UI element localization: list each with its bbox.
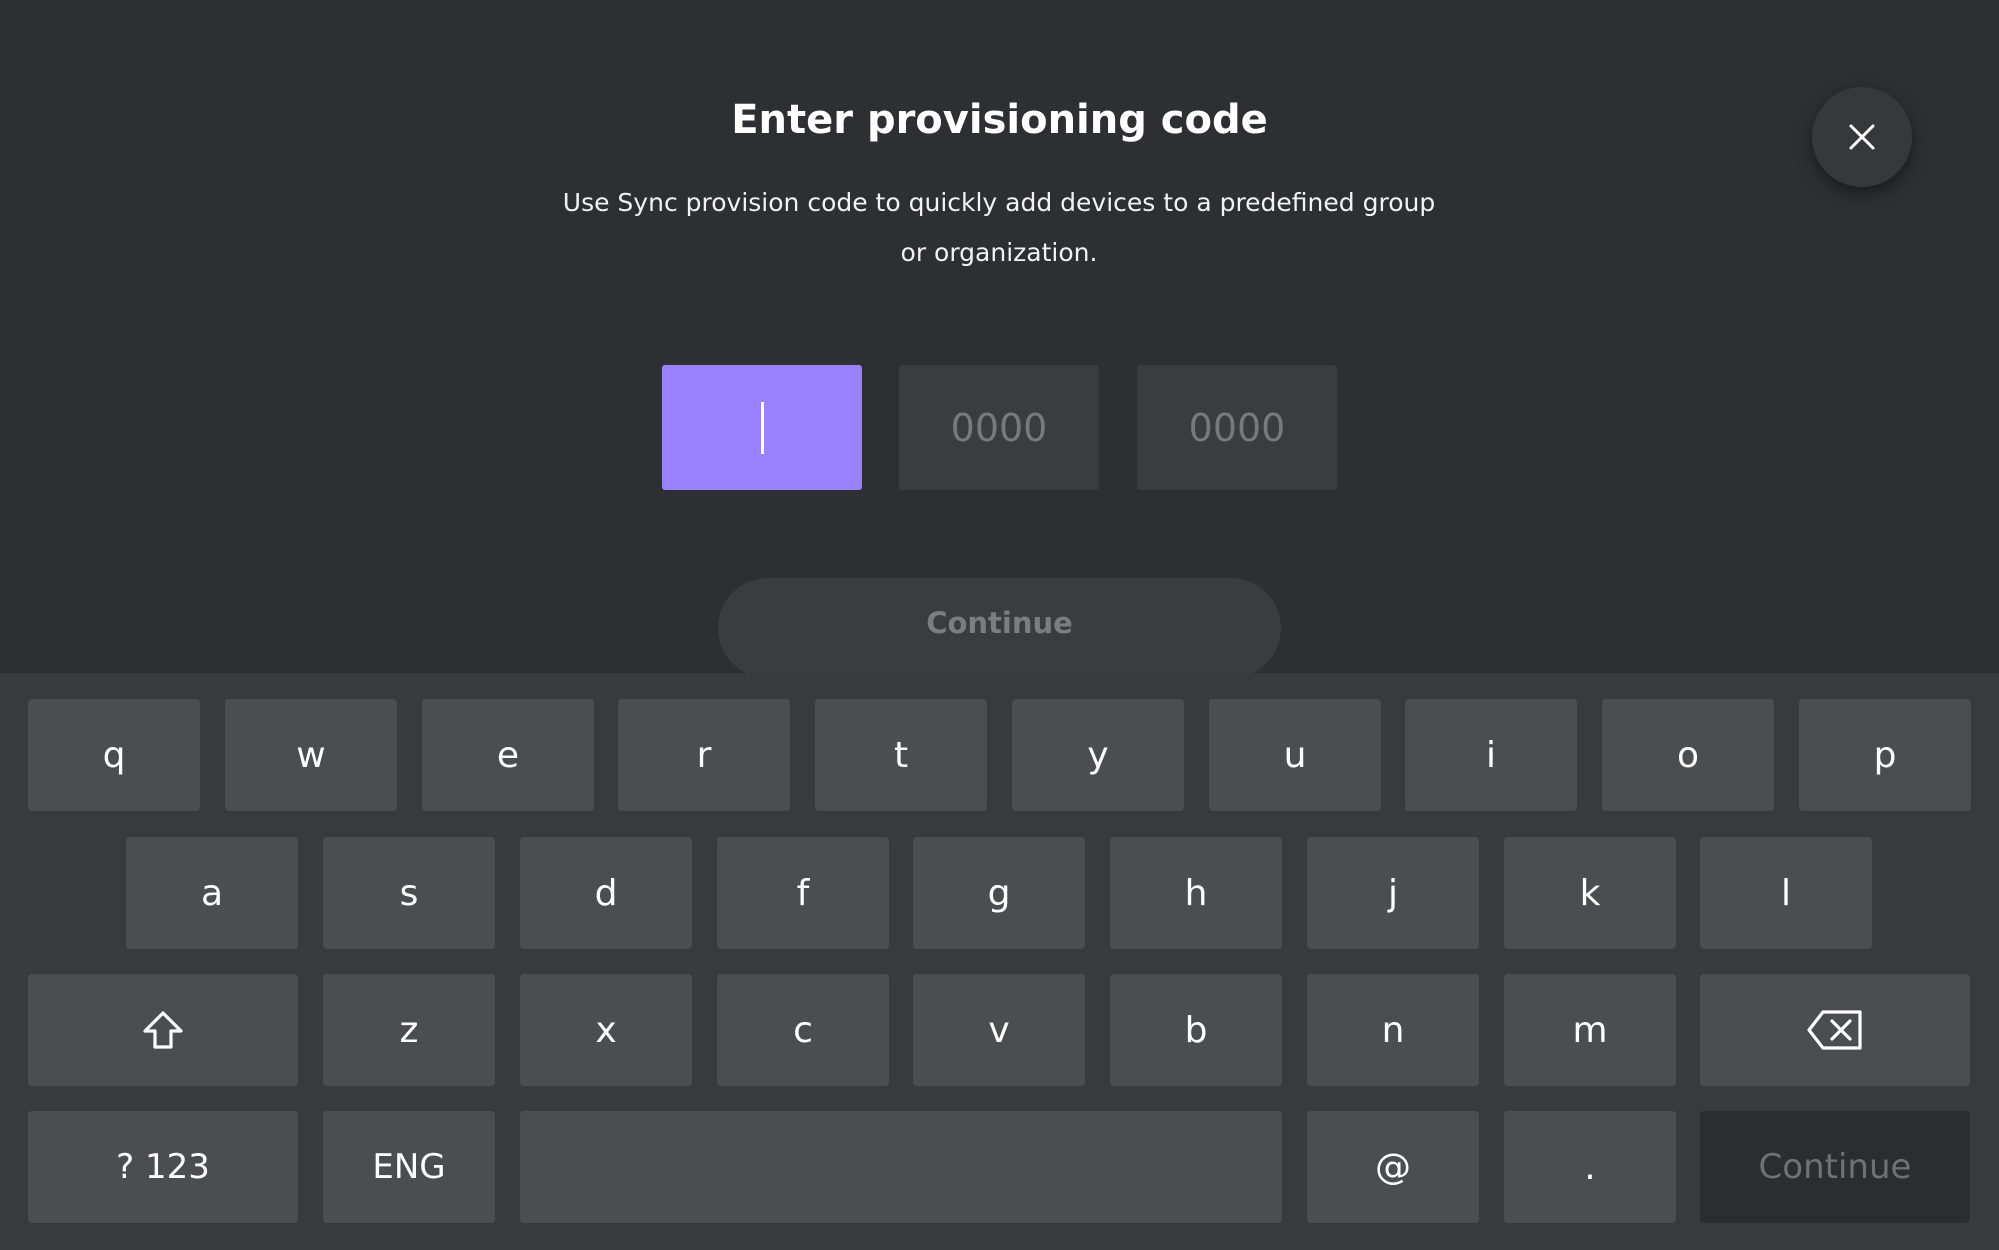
keyboard-continue-key[interactable]: Continue (1700, 1111, 1970, 1223)
at-key[interactable]: @ (1307, 1111, 1479, 1223)
shift-key[interactable] (28, 974, 298, 1086)
key-t[interactable]: t (815, 699, 987, 811)
key-v[interactable]: v (913, 974, 1085, 1086)
key-s[interactable]: s (323, 837, 495, 949)
on-screen-keyboard: q w e r t y u i o p a s d f g h j k l z … (0, 673, 1999, 1250)
key-k[interactable]: k (1504, 837, 1676, 949)
backspace-key[interactable] (1700, 974, 1970, 1086)
subtitle-line-1: Use Sync provision code to quickly add d… (562, 188, 1436, 217)
key-u[interactable]: u (1209, 699, 1381, 811)
continue-button[interactable]: Continue (718, 578, 1281, 678)
text-cursor (760, 401, 764, 454)
key-g[interactable]: g (913, 837, 1085, 949)
key-e[interactable]: e (422, 699, 594, 811)
language-key[interactable]: ENG (323, 1111, 495, 1223)
page-title: Enter provisioning code (731, 97, 1268, 143)
key-h[interactable]: h (1110, 837, 1282, 949)
key-q[interactable]: q (28, 699, 200, 811)
key-p[interactable]: p (1799, 699, 1971, 811)
key-f[interactable]: f (717, 837, 889, 949)
key-b[interactable]: b (1110, 974, 1282, 1086)
key-n[interactable]: n (1307, 974, 1479, 1086)
backspace-icon (1807, 1010, 1862, 1050)
key-r[interactable]: r (618, 699, 790, 811)
close-icon (1849, 124, 1875, 150)
period-key[interactable]: . (1504, 1111, 1676, 1223)
close-button[interactable] (1812, 87, 1912, 187)
code-field-1[interactable] (662, 365, 862, 490)
key-d[interactable]: d (520, 837, 692, 949)
key-a[interactable]: a (126, 837, 298, 949)
code-field-2[interactable]: 0000 (899, 365, 1099, 490)
subtitle-line-2: or organization. (900, 238, 1098, 267)
key-j[interactable]: j (1307, 837, 1479, 949)
space-key[interactable] (520, 1111, 1282, 1223)
shift-icon (143, 1011, 183, 1049)
key-z[interactable]: z (323, 974, 495, 1086)
key-l[interactable]: l (1700, 837, 1872, 949)
key-x[interactable]: x (520, 974, 692, 1086)
key-i[interactable]: i (1405, 699, 1577, 811)
key-y[interactable]: y (1012, 699, 1184, 811)
key-o[interactable]: o (1602, 699, 1774, 811)
key-w[interactable]: w (225, 699, 397, 811)
key-m[interactable]: m (1504, 974, 1676, 1086)
numbers-key[interactable]: ? 123 (28, 1111, 298, 1223)
subtitle: Use Sync provision code to quickly add d… (549, 178, 1449, 278)
provisioning-screen: Enter provisioning code Use Sync provisi… (0, 0, 1999, 1250)
code-field-3[interactable]: 0000 (1137, 365, 1337, 490)
key-c[interactable]: c (717, 974, 889, 1086)
